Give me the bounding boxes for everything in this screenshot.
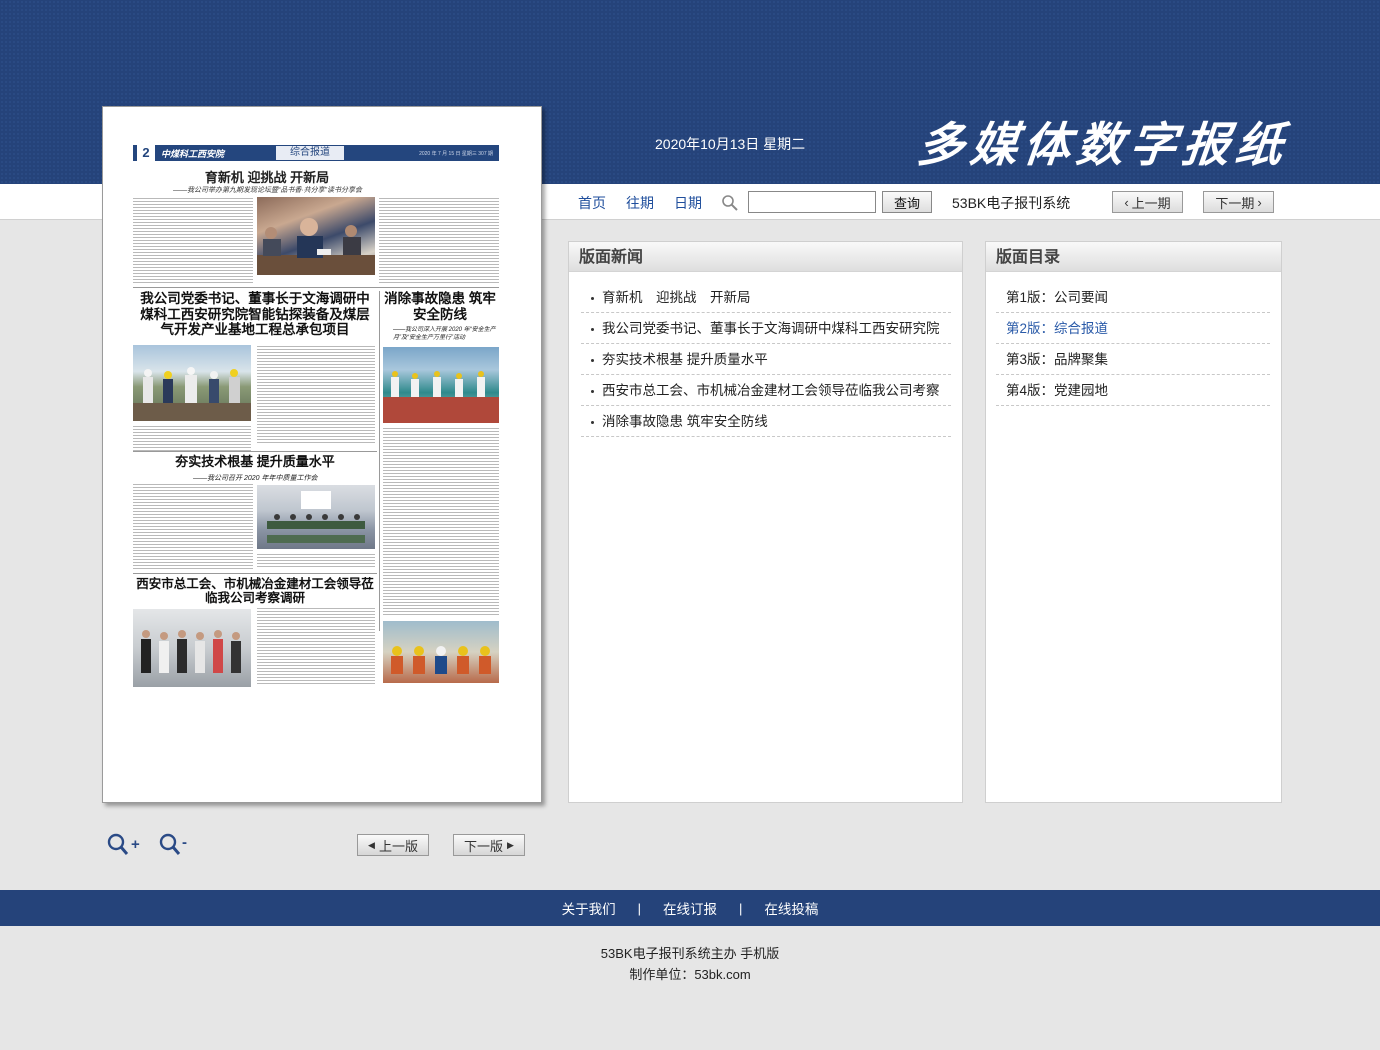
photo-site-visit <box>133 345 251 421</box>
search-input[interactable] <box>748 191 876 213</box>
bullet-icon <box>591 420 594 424</box>
nav-past-issues-link[interactable]: 往期 <box>626 193 654 213</box>
next-page-label: 下一版 <box>464 838 504 854</box>
story-text-2b <box>133 425 251 451</box>
news-list-item[interactable]: 消除事故隐患 筑牢安全防线 <box>581 406 951 437</box>
zoom-in-label: + <box>131 836 140 853</box>
news-list-item[interactable]: 我公司党委书记、董事长于文海调研中煤科工西安研究院 <box>581 313 951 344</box>
footer-submit-link[interactable]: 在线投稿 <box>764 898 818 918</box>
next-issue-label: 下一期 <box>1215 195 1255 211</box>
prev-issue-button[interactable]: ‹ 上一期 <box>1112 191 1183 213</box>
photo-training-figure <box>391 646 491 674</box>
bullet-icon <box>591 389 594 393</box>
photo-quality-meeting <box>257 485 375 549</box>
story-headline-1[interactable]: 育新机 迎挑战 开新局 <box>133 167 401 186</box>
prev-page-button[interactable]: ◀ 上一版 <box>357 834 429 856</box>
zoom-in-icon: + <box>107 833 140 855</box>
nav-date-link[interactable]: 日期 <box>674 193 702 213</box>
search-button[interactable]: 查询 <box>882 191 932 213</box>
footer-nav: 关于我们 | 在线订报 | 在线投稿 <box>0 890 1380 926</box>
news-list-item[interactable]: 育新机 迎挑战 开新局 <box>581 282 951 313</box>
prev-issue-label: 上一期 <box>1131 195 1171 211</box>
divider <box>133 573 377 574</box>
toc-item-page-2[interactable]: 第2版：综合报道 <box>996 313 1270 344</box>
bullet-icon <box>591 358 594 362</box>
system-name: 53BK电子报刊系统 <box>952 195 1071 211</box>
toc-item-page-3[interactable]: 第3版：品牌聚集 <box>996 344 1270 375</box>
footer-about-link[interactable]: 关于我们 <box>562 898 616 918</box>
search-icon <box>722 195 738 211</box>
chevron-left-icon: ‹ <box>1124 194 1129 210</box>
story-text-3 <box>383 427 499 617</box>
nav-home-link[interactable]: 首页 <box>578 193 606 213</box>
news-item-label[interactable]: 夯实技术根基 提升质量水平 <box>602 352 768 367</box>
news-item-label[interactable]: 育新机 迎挑战 开新局 <box>602 290 751 305</box>
story-text-1a <box>133 197 253 283</box>
zoom-in-button[interactable]: + <box>106 831 142 864</box>
photo-conference-figure <box>267 491 365 543</box>
toc-item-page-4[interactable]: 第4版：党建园地 <box>996 375 1270 406</box>
bullet-icon <box>591 327 594 331</box>
page-toc-panel: 版面目录 第1版：公司要闻 第2版：综合报道 第3版：品牌聚集 第4版：党建园地 <box>985 241 1282 803</box>
story-text-1b <box>379 197 499 283</box>
page-number: 2 <box>137 145 155 161</box>
section-title: 综合报道 <box>276 146 345 160</box>
bullet-icon <box>591 296 594 300</box>
story-headline-2[interactable]: 我公司党委书记、董事长于文海调研中煤科工西安研究院智能钻探装备及煤层气开发产业基… <box>135 291 375 338</box>
news-item-label[interactable]: 西安市总工会、市机械冶金建材工会领导莅临我公司考察 <box>602 383 940 398</box>
news-item-label[interactable]: 消除事故隐患 筑牢安全防线 <box>602 414 768 429</box>
story-text-4a <box>133 483 253 569</box>
footer-separator: | <box>739 900 743 916</box>
footer-producer: 制作单位：53bk.com <box>629 967 751 982</box>
footer-separator: | <box>637 900 641 916</box>
photo-safety-drill <box>383 347 499 423</box>
prev-page-label: 上一版 <box>378 838 418 854</box>
story-headline-3[interactable]: 消除事故隐患 筑牢安全防线 <box>381 291 499 322</box>
zoom-out-button[interactable]: - <box>158 831 194 864</box>
photo-visitors-figure <box>141 630 241 673</box>
next-page-button[interactable]: 下一版 ▶ <box>453 834 525 856</box>
story-text-2 <box>257 345 375 445</box>
photo-workers-figure <box>133 367 251 421</box>
column-divider <box>379 291 380 631</box>
divider <box>133 451 377 452</box>
photo-safety-training <box>383 621 499 683</box>
story-subhead-3: ——我公司深入开展 2020 年“安全生产月”及“安全生产万里行”活动 <box>393 327 496 341</box>
triangle-left-icon: ◀ <box>368 839 375 850</box>
triangle-right-icon: ▶ <box>507 839 514 850</box>
zoom-out-icon: - <box>159 833 187 855</box>
newspaper-content: 2 中煤科工西安院 综合报道 2020 年 7 月 15 日 星期三 307 期… <box>133 145 499 687</box>
photo-meeting <box>257 197 375 275</box>
story-text-4b <box>257 553 375 569</box>
toc-item-page-1[interactable]: 第1版：公司要闻 <box>996 282 1270 313</box>
story-subhead-4: ——我公司召开 2020 年年中质量工作会 <box>193 475 318 482</box>
photo-speaker-figure <box>257 218 375 275</box>
page-toc-title: 版面目录 <box>986 242 1281 272</box>
story-headline-4[interactable]: 夯实技术根基 提升质量水平 <box>133 454 377 470</box>
story-text-5 <box>257 607 375 685</box>
photo-safety-figure <box>383 371 499 423</box>
footer-subscribe-link[interactable]: 在线订报 <box>663 898 717 918</box>
page-masthead: 2 中煤科工西安院 综合报道 2020 年 7 月 15 日 星期三 307 期 <box>133 145 499 161</box>
newspaper-logo: 中煤科工西安院 <box>161 148 225 159</box>
news-list-item[interactable]: 西安市总工会、市机械冶金建材工会领导莅临我公司考察 <box>581 375 951 406</box>
masthead-date: 2020 年 7 月 15 日 星期三 307 期 <box>419 150 493 157</box>
chevron-right-icon: › <box>1257 194 1262 210</box>
issue-date: 2020年10月13日 星期二 <box>655 136 806 152</box>
page-news-title: 版面新闻 <box>569 242 962 272</box>
news-item-label[interactable]: 我公司党委书记、董事长于文海调研中煤科工西安研究院 <box>602 321 940 336</box>
story-headline-5[interactable]: 西安市总工会、市机械冶金建材工会领导莅临我公司考察调研 <box>133 577 377 606</box>
photo-union-visit <box>133 609 251 687</box>
story-subhead-1: ——我公司举办第九期发现论坛暨“品书香·共分享”读书分享会 <box>173 187 362 194</box>
zoom-out-label: - <box>182 834 187 851</box>
footer-copyright: 53BK电子报刊系统主办 手机版 <box>600 946 780 961</box>
newspaper-page[interactable]: 2 中煤科工西安院 综合报道 2020 年 7 月 15 日 星期三 307 期… <box>102 106 542 803</box>
page-news-panel: 版面新闻 育新机 迎挑战 开新局 我公司党委书记、董事长于文海调研中煤科工西安研… <box>568 241 963 803</box>
news-list-item[interactable]: 夯实技术根基 提升质量水平 <box>581 344 951 375</box>
site-logo: 多媒体数字报纸 <box>914 118 1292 173</box>
next-issue-button[interactable]: 下一期 › <box>1203 191 1274 213</box>
divider <box>133 287 499 288</box>
